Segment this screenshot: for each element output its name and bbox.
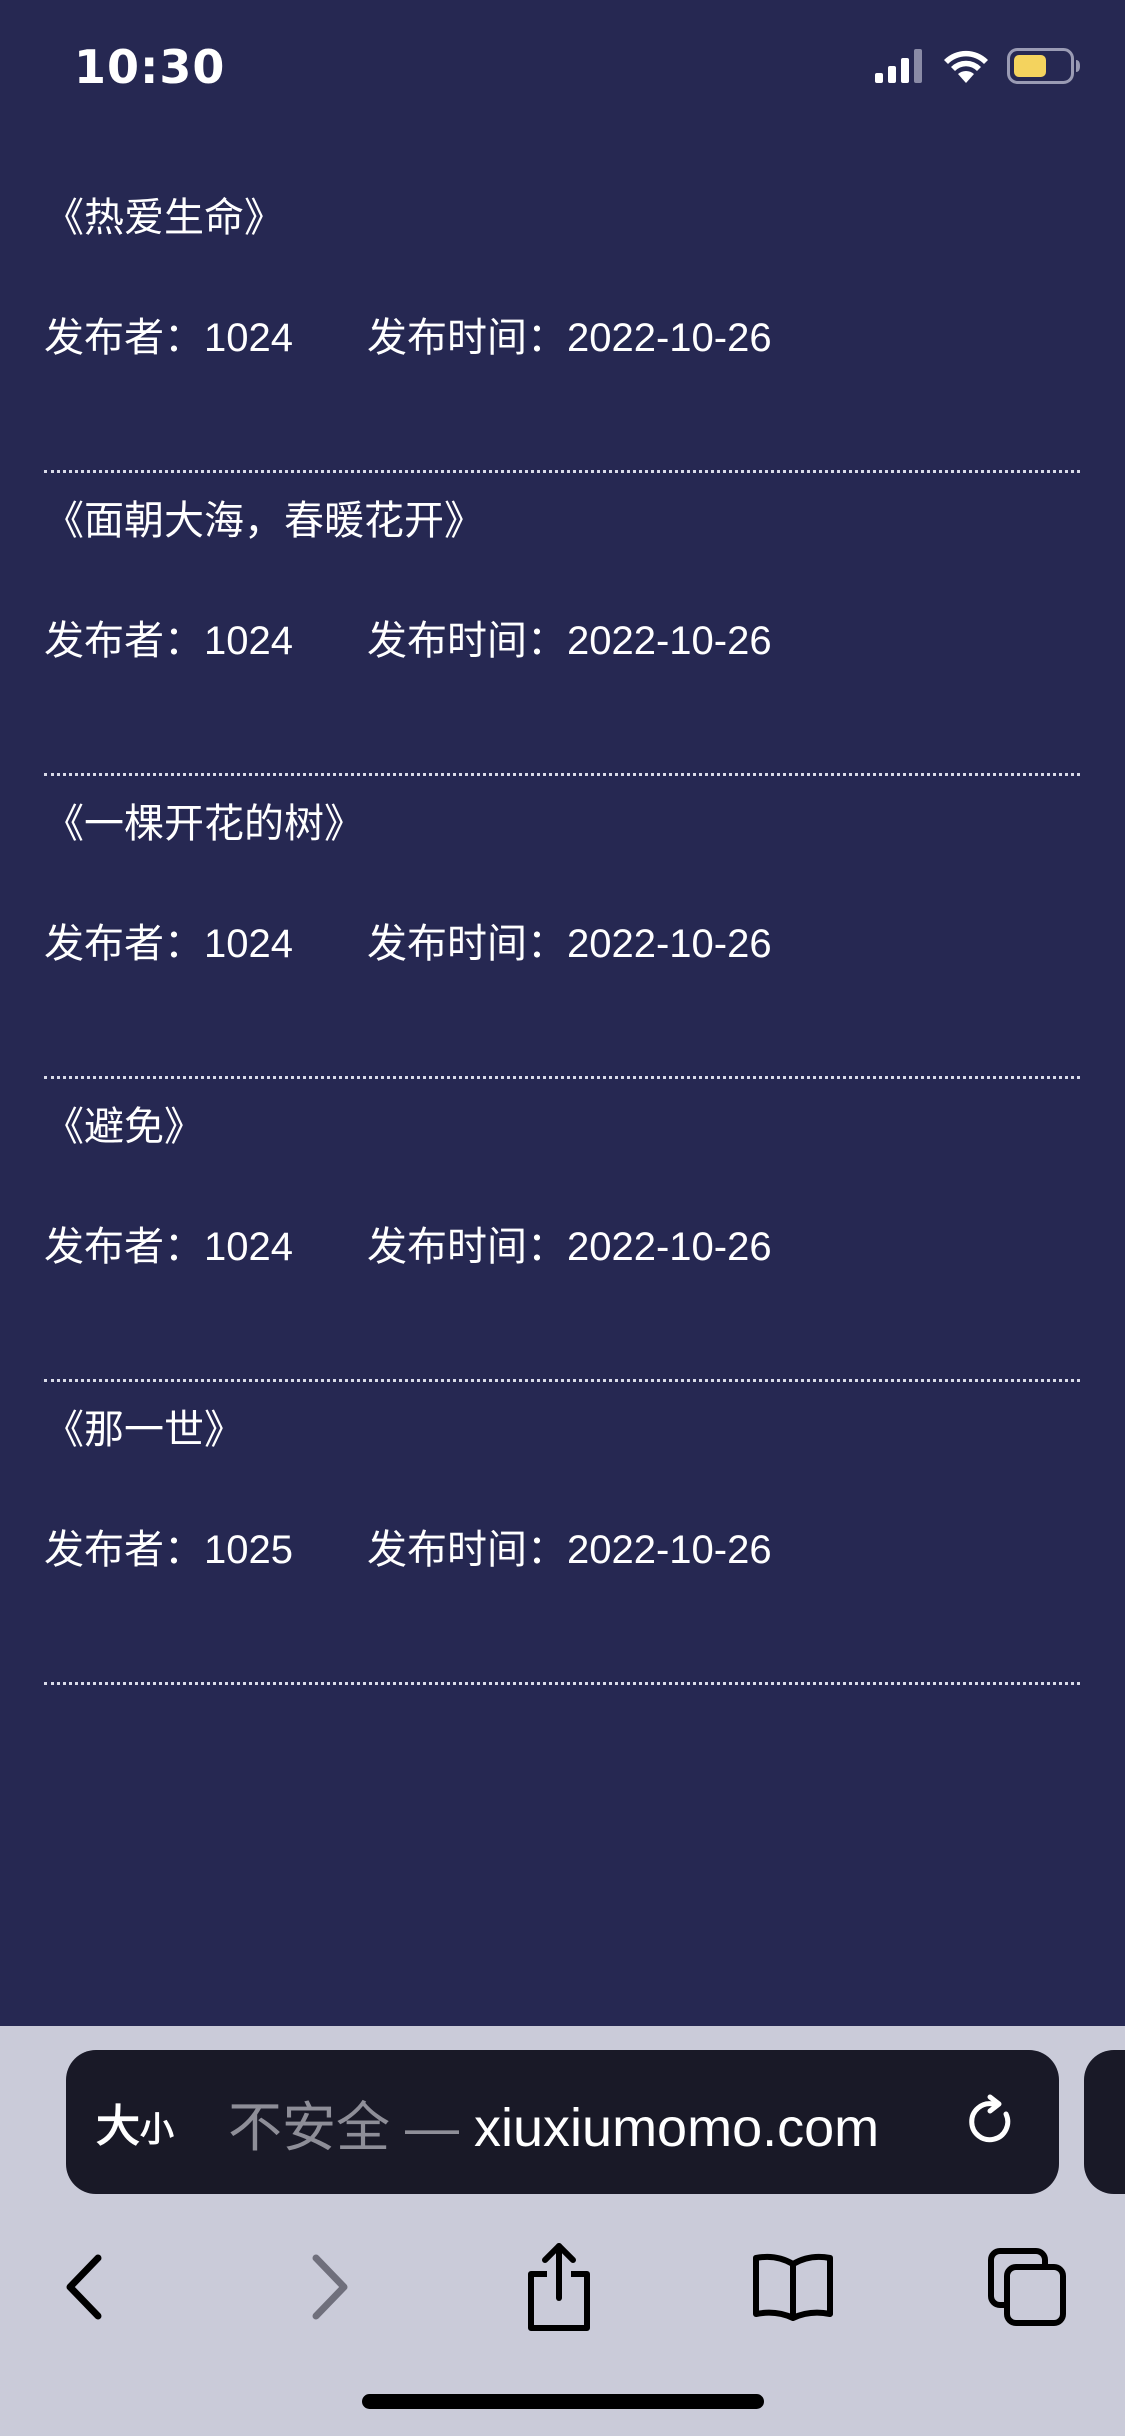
- article-publisher: 发布者：1024: [44, 922, 293, 966]
- article-item[interactable]: 《一棵开花的树》 发布者：1024 发布时间：2022-10-26: [44, 776, 1080, 1079]
- article-publish-time: 发布时间：2022-10-26: [367, 316, 772, 360]
- article-title[interactable]: 《避免》: [44, 1099, 204, 1155]
- status-indicators: [875, 47, 1081, 89]
- article-publish-time: 发布时间：2022-10-26: [367, 619, 772, 663]
- article-publish-time: 发布时间：2022-10-26: [367, 1225, 772, 1269]
- text-size-label-big: 大: [96, 2101, 140, 2152]
- article-meta: 发布者：1024 发布时间：2022-10-26: [44, 1219, 772, 1275]
- url-security-label: 不安全 —: [228, 2097, 475, 2158]
- home-indicator[interactable]: [362, 2394, 764, 2409]
- article-meta: 发布者：1024 发布时间：2022-10-26: [44, 310, 772, 366]
- url-domain: xiuxiumomo.com: [474, 2097, 880, 2158]
- toolbar-buttons: [0, 2222, 1125, 2362]
- article-publisher: 发布者：1025: [44, 1528, 293, 1572]
- article-publish-time: 发布时间：2022-10-26: [367, 1528, 772, 1572]
- article-publisher: 发布者：1024: [44, 316, 293, 360]
- book-icon: [750, 2252, 836, 2327]
- article-publisher: 发布者：1024: [44, 1225, 293, 1269]
- reload-icon[interactable]: [961, 2092, 1021, 2152]
- share-icon: [523, 2242, 595, 2337]
- forward-button[interactable]: [284, 2244, 374, 2334]
- next-tab-address-bar[interactable]: [1084, 2050, 1125, 2194]
- status-time: 10:30: [74, 40, 226, 94]
- text-size-button[interactable]: 大小: [96, 2090, 196, 2154]
- bookmarks-button[interactable]: [748, 2244, 838, 2334]
- chevron-right-icon: [304, 2252, 354, 2327]
- article-title[interactable]: 《一棵开花的树》: [44, 796, 364, 852]
- battery-icon: [1007, 47, 1081, 89]
- text-size-label-small: 小: [140, 2110, 174, 2150]
- status-bar: 10:30: [0, 0, 1125, 135]
- article-item[interactable]: 《面朝大海，春暖花开》 发布者：1024 发布时间：2022-10-26: [44, 473, 1080, 776]
- back-button[interactable]: [40, 2244, 130, 2334]
- article-publisher: 发布者：1024: [44, 619, 293, 663]
- article-meta: 发布者：1025 发布时间：2022-10-26: [44, 1522, 772, 1578]
- article-meta: 发布者：1024 发布时间：2022-10-26: [44, 613, 772, 669]
- cellular-signal-icon: [875, 48, 925, 88]
- article-meta: 发布者：1024 发布时间：2022-10-26: [44, 916, 772, 972]
- url-text[interactable]: 不安全 — xiuxiumomo.com: [228, 2083, 961, 2162]
- article-publish-time: 发布时间：2022-10-26: [367, 922, 772, 966]
- share-button[interactable]: [514, 2242, 604, 2337]
- wifi-icon: [943, 49, 989, 88]
- article-item[interactable]: 《热爱生命》 发布者：1024 发布时间：2022-10-26: [44, 170, 1080, 473]
- chevron-left-icon: [60, 2252, 110, 2327]
- browser-toolbar: 大小 不安全 — xiuxiumomo.com: [0, 2026, 1125, 2436]
- article-item[interactable]: 《那一世》 发布者：1025 发布时间：2022-10-26: [44, 1382, 1080, 1685]
- article-title[interactable]: 《面朝大海，春暖花开》: [44, 493, 484, 549]
- tabs-button[interactable]: [982, 2244, 1072, 2334]
- tabs-icon: [987, 2247, 1067, 2332]
- article-title[interactable]: 《那一世》: [44, 1402, 244, 1458]
- address-bar[interactable]: 大小 不安全 — xiuxiumomo.com: [66, 2050, 1059, 2194]
- article-list: 《热爱生命》 发布者：1024 发布时间：2022-10-26 《面朝大海，春暖花…: [44, 170, 1080, 1685]
- article-item[interactable]: 《避免》 发布者：1024 发布时间：2022-10-26: [44, 1079, 1080, 1382]
- article-title[interactable]: 《热爱生命》: [44, 190, 284, 246]
